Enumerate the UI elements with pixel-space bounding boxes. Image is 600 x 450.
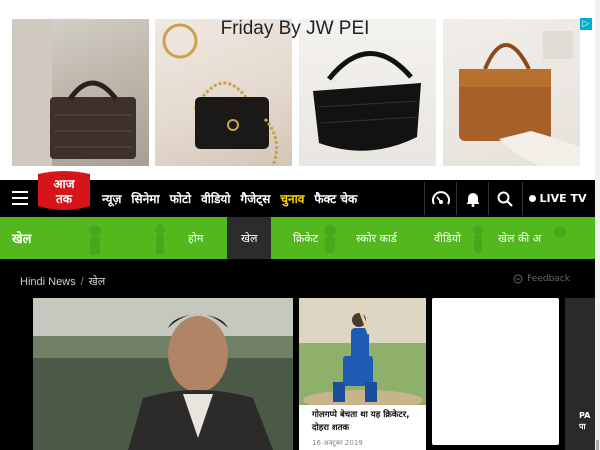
nav-item-elections[interactable]: चुनाव — [280, 190, 304, 207]
main-nav-links: न्यूज़ सिनेमा फोटो वीडियो गैजेट्स चुनाव … — [102, 190, 357, 207]
live-tv-label: LIVE TV — [539, 192, 587, 205]
breadcrumb: Hindi News / खेल — [20, 274, 105, 289]
breadcrumb-home[interactable]: Hindi News — [20, 276, 76, 288]
aajtak-logo[interactable]: आज तक — [34, 170, 94, 214]
nav-item-news[interactable]: न्यूज़ — [102, 190, 121, 207]
podcast-icon[interactable] — [424, 182, 456, 215]
adchoices-icon[interactable]: ▷ — [580, 18, 592, 30]
clipped-card-line-2: पा — [579, 422, 586, 431]
subtab-video[interactable]: वीडियो — [434, 231, 461, 246]
subtab-cricket[interactable]: क्रिकेट — [293, 231, 318, 246]
hamburger-menu-icon[interactable] — [12, 191, 28, 205]
ad-title[interactable]: Friday By JW PEI — [150, 18, 440, 40]
section-title: खेल — [12, 232, 32, 247]
ad-product-image-1[interactable] — [12, 19, 149, 166]
subtab-scorecard[interactable]: स्कोर कार्ड — [356, 231, 397, 246]
featured-story-image — [33, 298, 293, 450]
story-card-placeholder[interactable] — [432, 298, 559, 445]
feedback-label: Feedback — [527, 274, 570, 284]
breadcrumb-separator: / — [80, 276, 84, 288]
nav-item-video[interactable]: वीडियो — [201, 190, 230, 207]
ad-product-image-3[interactable] — [299, 19, 436, 166]
subtab-home[interactable]: होम — [188, 231, 203, 246]
clipped-card-line-1: PA — [579, 411, 591, 420]
live-tv-button[interactable]: LIVE TV — [522, 182, 592, 215]
ad-banner[interactable]: Friday By JW PEI ▷ — [0, 0, 600, 180]
scrollbar[interactable] — [595, 0, 600, 450]
breadcrumb-current: खेल — [88, 276, 106, 288]
story-date: 16 अक्टूबर 2019 — [312, 439, 363, 447]
bell-icon[interactable] — [456, 182, 488, 215]
feedback-link[interactable]: Feedback — [513, 274, 570, 284]
nav-item-gadgets[interactable]: गैजेट्स — [241, 190, 271, 207]
story-image — [299, 298, 426, 405]
live-dot-icon — [528, 195, 536, 202]
story-card[interactable]: गोलगप्पे बेचता था यह क्रिकेटर, दोहरा शतक… — [299, 298, 426, 450]
nav-item-photo[interactable]: फोटो — [170, 190, 192, 207]
story-headline[interactable]: गोलगप्पे बेचता था यह क्रिकेटर, दोहरा शतक — [299, 405, 426, 435]
featured-story-card[interactable] — [33, 298, 293, 450]
nav-item-fact-check[interactable]: फैक्ट चेक — [314, 190, 357, 207]
svg-text:आज: आज — [53, 177, 75, 191]
nav-item-cinema[interactable]: सिनेमा — [131, 190, 159, 207]
feedback-icon — [513, 274, 523, 284]
svg-text:तक: तक — [55, 192, 73, 206]
scrollbar-thumb[interactable] — [596, 440, 599, 450]
clipped-card-text: PA पा — [579, 410, 590, 432]
section-bar: खेल होम खेल क्रिकेट स्कोर कार्ड वीडियो ख… — [0, 217, 600, 259]
ad-product-image-2[interactable] — [155, 19, 292, 166]
subtab-sports-active[interactable]: खेल — [227, 217, 272, 259]
search-icon[interactable] — [488, 182, 520, 215]
subtab-more[interactable]: खेल की अ — [498, 231, 541, 246]
ad-product-image-4[interactable] — [443, 19, 580, 166]
